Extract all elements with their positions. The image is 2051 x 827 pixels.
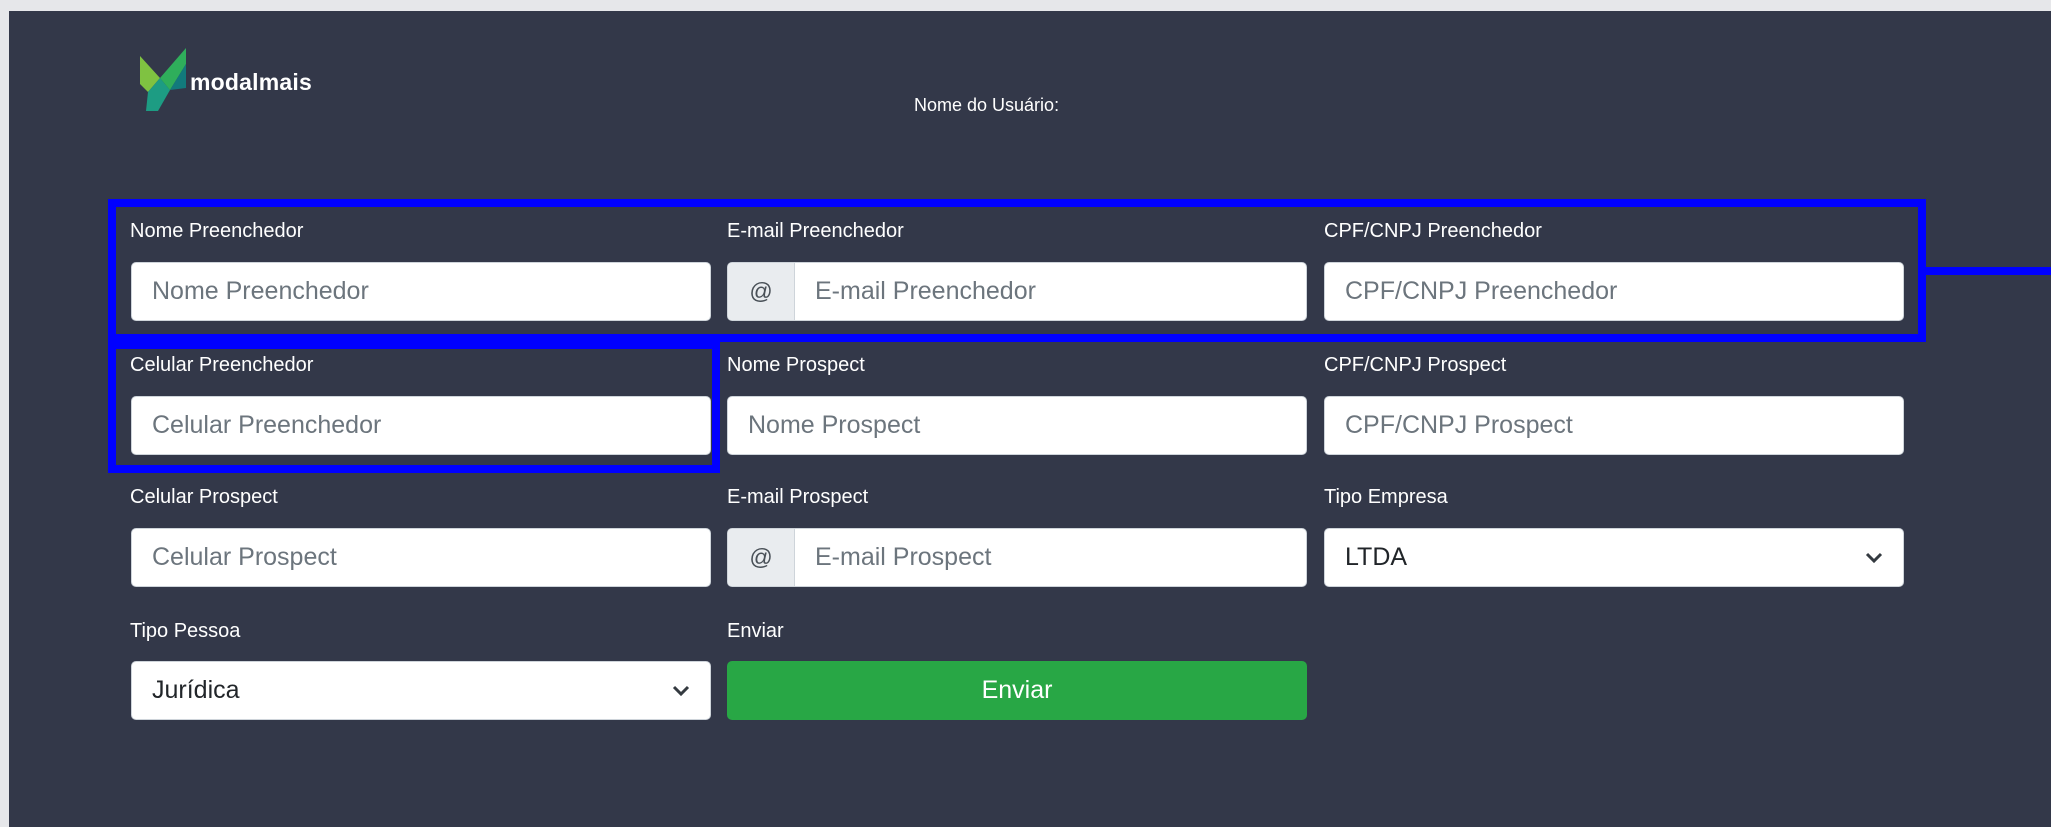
tipo-empresa-label: Tipo Empresa — [1324, 486, 1448, 508]
cpf-prospect-placeholder: CPF/CNPJ Prospect — [1345, 411, 1573, 439]
email-prospect-placeholder: E-mail Prospect — [815, 543, 992, 571]
highlight-box-celular — [108, 341, 720, 473]
logo-text: modalmais — [190, 69, 312, 95]
chevron-down-icon — [672, 685, 690, 696]
celular-prospect-input[interactable]: Celular Prospect — [131, 528, 711, 587]
brand-logo[interactable]: modalmais — [140, 48, 312, 111]
cpf-prospect-label: CPF/CNPJ Prospect — [1324, 354, 1507, 376]
highlight-box-row1 — [108, 199, 1926, 342]
enviar-button[interactable]: Enviar — [727, 661, 1307, 720]
tipo-pessoa-value: Jurídica — [152, 676, 240, 704]
highlight-connector-line — [1924, 267, 2051, 275]
nome-prospect-label: Nome Prospect — [727, 354, 865, 376]
email-prospect-input[interactable]: E-mail Prospect — [795, 529, 1306, 586]
email-prospect-group: @ E-mail Prospect — [727, 528, 1307, 587]
tipo-empresa-value: LTDA — [1345, 543, 1408, 571]
tipo-pessoa-select[interactable]: Jurídica — [131, 661, 711, 720]
enviar-label: Enviar — [727, 620, 784, 642]
username-label: Nome do Usuário: — [914, 95, 1060, 115]
celular-prospect-label: Celular Prospect — [130, 486, 278, 508]
celular-prospect-placeholder: Celular Prospect — [152, 543, 337, 571]
at-sign-addon: @ — [728, 529, 795, 586]
nome-prospect-placeholder: Nome Prospect — [748, 411, 921, 439]
nome-prospect-input[interactable]: Nome Prospect — [727, 396, 1307, 455]
tipo-pessoa-label: Tipo Pessoa — [130, 620, 241, 642]
tipo-empresa-select[interactable]: LTDA — [1324, 528, 1904, 587]
chevron-down-icon — [1865, 552, 1883, 563]
email-prospect-label: E-mail Prospect — [727, 486, 869, 508]
cpf-prospect-input[interactable]: CPF/CNPJ Prospect — [1324, 396, 1904, 455]
modalmais-logo-icon — [140, 48, 186, 111]
